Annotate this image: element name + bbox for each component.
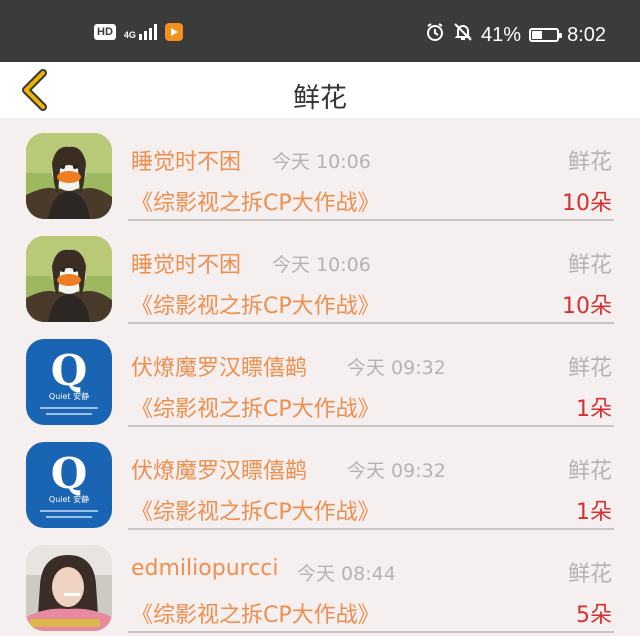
svg-text:Q: Q — [51, 449, 88, 498]
title-bar: 鲜花 — [0, 62, 640, 118]
work-title[interactable]: 《综影视之拆CP大作战》 — [131, 597, 380, 629]
user-name[interactable]: 伏燎魔罗汉瞟僖鹋 — [131, 453, 307, 485]
status-left-group: HD 4G — [94, 23, 183, 41]
work-title[interactable]: 《综影视之拆CP大作战》 — [131, 288, 380, 320]
work-title[interactable]: 《综影视之拆CP大作战》 — [131, 494, 380, 526]
network-type-label: 4G — [123, 30, 136, 40]
flower-count: 1朵 — [576, 500, 612, 525]
flower-count: 10朵 — [562, 191, 612, 216]
flower-record-list: 睡觉时不困 今天 10:06 鲜花 《综影视之拆CP大作战》 10朵 睡觉时不困… — [0, 118, 640, 636]
gift-type-label: 鲜花 — [567, 253, 612, 278]
duck-mona-lisa-avatar[interactable] — [26, 236, 112, 322]
page-title: 鲜花 — [293, 83, 347, 114]
list-item[interactable]: Q Quiet 安静 伏燎魔罗汉瞟僖鹋 今天 09:32 鲜花 《综影视之拆CP… — [0, 427, 640, 530]
quiet-logo-avatar[interactable]: Q Quiet 安静 — [26, 339, 112, 425]
alarm-icon — [425, 22, 445, 48]
work-title[interactable]: 《综影视之拆CP大作战》 — [131, 391, 380, 423]
flower-count: 1朵 — [576, 397, 612, 422]
timestamp: 今天 10:06 — [272, 254, 371, 276]
svg-text:Quiet 安静: Quiet 安静 — [49, 391, 89, 401]
gift-type-label: 鲜花 — [567, 150, 612, 175]
flower-count: 10朵 — [562, 294, 612, 319]
gift-type-label: 鲜花 — [567, 459, 612, 484]
clock-time: 8:02 — [567, 23, 606, 46]
duck-mona-lisa-avatar[interactable] — [26, 133, 112, 219]
svg-text:Q: Q — [51, 346, 88, 395]
status-bar: HD 4G 41% 8:02 — [0, 0, 640, 62]
divider — [128, 631, 614, 633]
user-name[interactable]: 伏燎魔罗汉瞟僖鹋 — [131, 350, 307, 382]
timestamp: 今天 09:32 — [347, 460, 446, 482]
list-item[interactable]: edmiliopurcci 今天 08:44 鲜花 《综影视之拆CP大作战》 5… — [0, 530, 640, 633]
status-right-group: 41% 8:02 — [425, 22, 606, 48]
battery-fill — [532, 31, 543, 39]
user-name[interactable]: 睡觉时不困 — [131, 144, 241, 176]
battery-icon — [529, 28, 563, 42]
hd-badge-icon: HD — [94, 24, 116, 40]
timestamp: 今天 08:44 — [297, 563, 396, 585]
user-name[interactable]: edmiliopurcci — [131, 556, 279, 581]
timestamp: 今天 09:32 — [347, 357, 446, 379]
user-name[interactable]: 睡觉时不困 — [131, 247, 241, 279]
girl-photo-avatar[interactable] — [26, 545, 112, 631]
app-notification-icon — [164, 23, 183, 41]
list-item[interactable]: 睡觉时不困 今天 10:06 鲜花 《综影视之拆CP大作战》 10朵 — [0, 221, 640, 324]
gift-type-label: 鲜花 — [567, 562, 612, 587]
list-item[interactable]: 睡觉时不困 今天 10:06 鲜花 《综影视之拆CP大作战》 10朵 — [0, 118, 640, 221]
svg-text:Quiet 安静: Quiet 安静 — [49, 494, 89, 504]
work-title[interactable]: 《综影视之拆CP大作战》 — [131, 185, 380, 217]
flower-count: 5朵 — [576, 603, 612, 628]
quiet-logo-avatar[interactable]: Q Quiet 安静 — [26, 442, 112, 528]
gift-type-label: 鲜花 — [567, 356, 612, 381]
timestamp: 今天 10:06 — [272, 151, 371, 173]
mute-icon — [453, 22, 473, 48]
signal-icon: 4G — [124, 24, 157, 40]
battery-percent: 41% — [481, 23, 522, 46]
list-item[interactable]: Q Quiet 安静 伏燎魔罗汉瞟僖鹋 今天 09:32 鲜花 《综影视之拆CP… — [0, 324, 640, 427]
signal-bars — [138, 24, 157, 40]
